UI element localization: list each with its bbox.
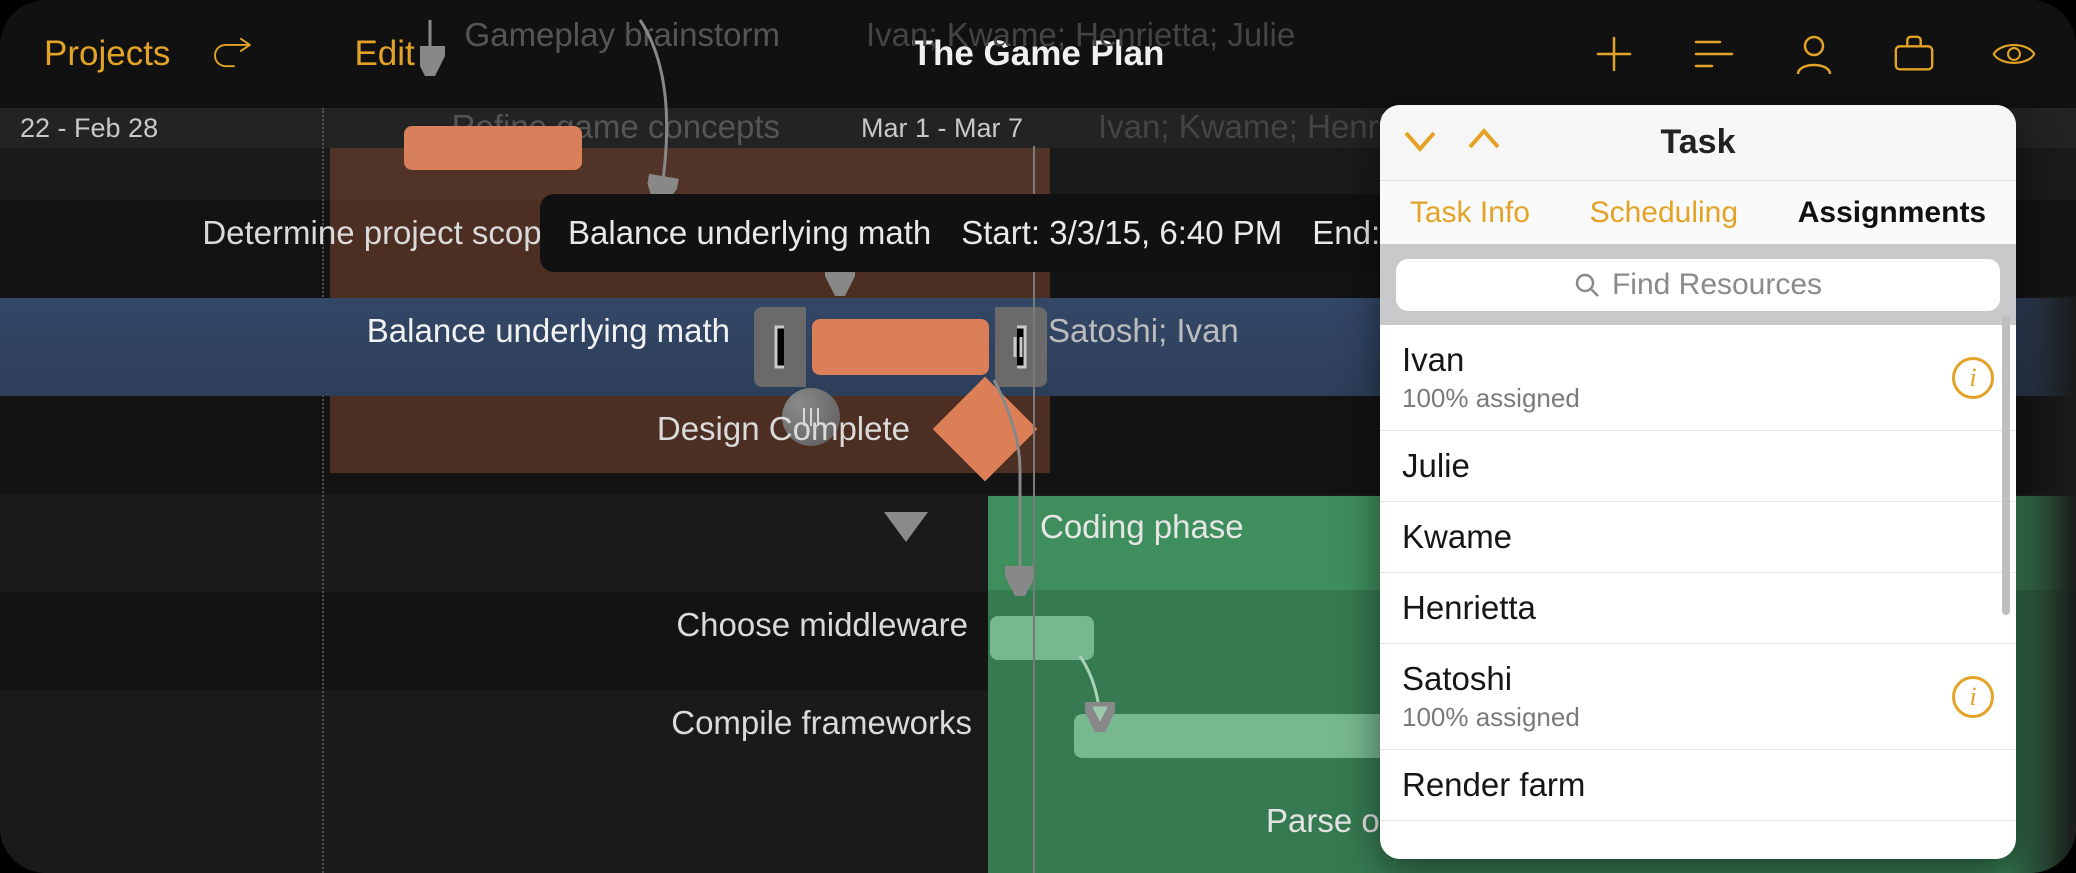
task-inspector-popover: Task Task Info Scheduling Assignments Fi… [1380,105,2016,859]
projects-button[interactable]: Projects [44,34,170,74]
resource-name: Henrietta [1402,589,1536,627]
resource-list: Ivan 100% assigned i Julie Kwame Henrietta Sat… [1380,325,2016,821]
tab-scheduling[interactable]: Scheduling [1580,190,1748,236]
resource-item[interactable]: Kwame [1380,502,2016,573]
resource-item[interactable]: Julie [1380,431,2016,502]
tab-assignments[interactable]: Assignments [1788,190,1996,236]
resource-name: Julie [1402,447,1470,485]
resource-name: Render farm [1402,766,1585,804]
search-placeholder: Find Resources [1612,268,1822,302]
briefcase-icon[interactable] [1892,32,1936,76]
resource-item[interactable]: Ivan 100% assigned i [1380,325,2016,431]
popover-title: Task [1661,123,1736,162]
scrollbar[interactable] [2002,315,2010,615]
contacts-icon[interactable] [1792,32,1836,76]
resource-subtext: 100% assigned [1402,383,1580,414]
resource-name: Satoshi [1402,660,1580,698]
info-icon[interactable]: i [1952,357,1994,399]
popover-tabs: Task Info Scheduling Assignments [1380,181,2016,245]
info-icon[interactable]: i [1952,676,1994,718]
resource-subtext: 100% assigned [1402,702,1580,733]
task-label: Compile frameworks [472,704,972,742]
resource-item[interactable]: Satoshi 100% assigned i [1380,644,2016,750]
resource-item[interactable]: Henrietta [1380,573,2016,644]
resource-name: Ivan [1402,341,1580,379]
resource-name: Kwame [1402,518,1512,556]
date-range-left: 22 - Feb 28 [20,113,158,144]
resource-item[interactable]: Render farm [1380,750,2016,821]
next-task-icon[interactable] [1464,125,1504,160]
tooltip-name: Balance underlying math [568,214,931,252]
search-icon [1574,272,1600,298]
add-icon[interactable] [1592,32,1636,76]
find-resources-input[interactable]: Find Resources [1396,259,2000,311]
task-label: Choose middleware [468,606,968,644]
prev-task-icon[interactable] [1400,125,1440,160]
tooltip-start: Start: 3/3/15, 6:40 PM [961,214,1282,252]
view-icon[interactable] [1992,32,2036,76]
undo-icon[interactable] [212,32,256,76]
tab-task-info[interactable]: Task Info [1400,190,1540,236]
task-panel-icon[interactable] [1692,32,1736,76]
